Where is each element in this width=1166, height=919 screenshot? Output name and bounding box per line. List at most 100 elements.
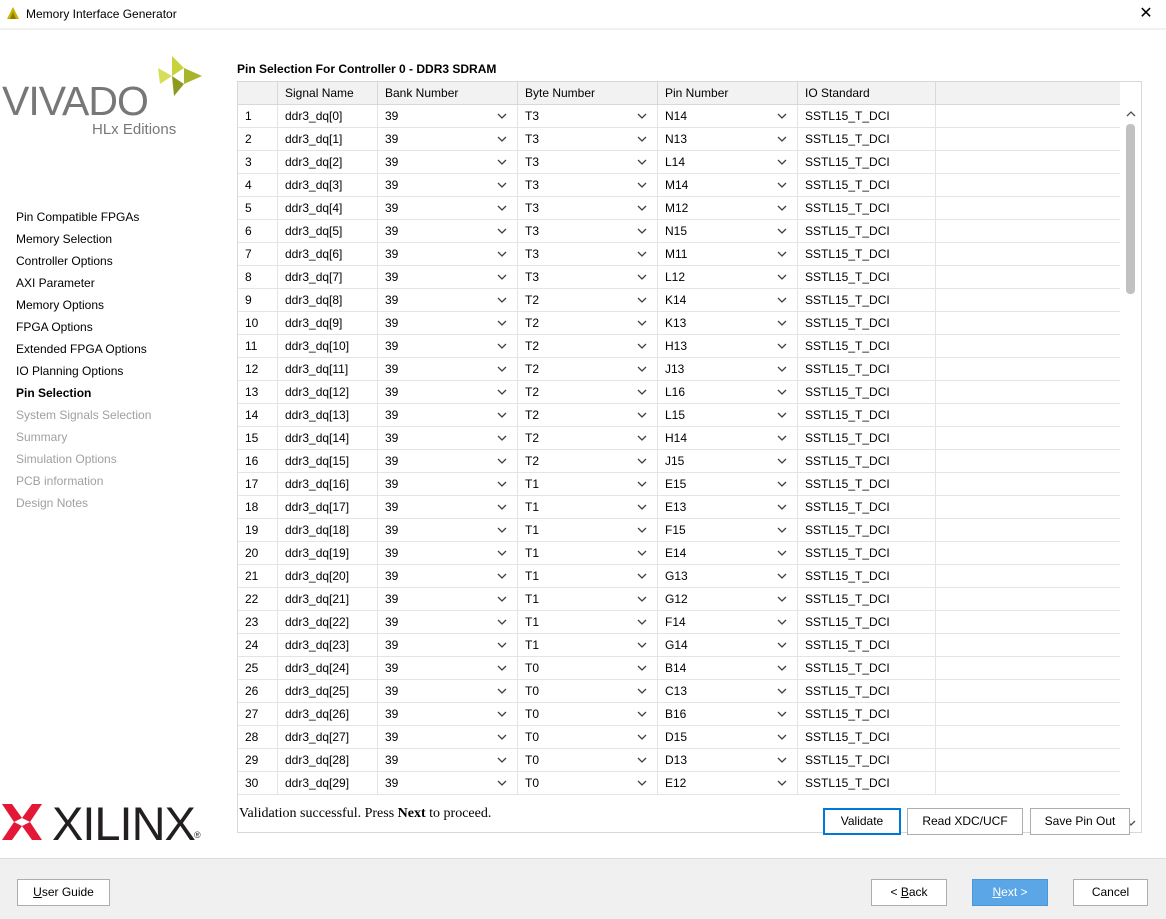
pin-number-select[interactable]: N15 (658, 220, 798, 243)
read-xdc-ucf-button[interactable]: Read XDC/UCF (907, 808, 1023, 835)
scroll-thumb[interactable] (1126, 124, 1135, 294)
byte-number-select[interactable]: T1 (518, 588, 658, 611)
table-row[interactable]: 4 ddr3_dq[3] 39 T3 M14 SSTL15_T_DCI (238, 174, 1120, 197)
table-row[interactable]: 11 ddr3_dq[10] 39 T2 H13 SSTL15_T_DCI (238, 335, 1120, 358)
save-pin-out-button[interactable]: Save Pin Out (1030, 808, 1130, 835)
table-row[interactable]: 19 ddr3_dq[18] 39 T1 F15 SSTL15_T_DCI (238, 519, 1120, 542)
byte-number-select[interactable]: T1 (518, 611, 658, 634)
table-vertical-scrollbar[interactable] (1120, 105, 1141, 832)
byte-number-select[interactable]: T2 (518, 358, 658, 381)
byte-number-select[interactable]: T2 (518, 427, 658, 450)
byte-number-select[interactable]: T2 (518, 335, 658, 358)
pin-number-select[interactable]: M14 (658, 174, 798, 197)
pin-number-select[interactable]: C13 (658, 680, 798, 703)
pin-number-select[interactable]: D13 (658, 749, 798, 772)
table-row[interactable]: 22 ddr3_dq[21] 39 T1 G12 SSTL15_T_DCI (238, 588, 1120, 611)
pin-number-select[interactable]: B14 (658, 657, 798, 680)
pin-number-select[interactable]: J15 (658, 450, 798, 473)
bank-number-select[interactable]: 39 (378, 565, 518, 588)
byte-number-select[interactable]: T2 (518, 450, 658, 473)
table-row[interactable]: 16 ddr3_dq[15] 39 T2 J15 SSTL15_T_DCI (238, 450, 1120, 473)
nav-fpga-options[interactable]: FPGA Options (16, 319, 151, 341)
pin-number-select[interactable]: E14 (658, 542, 798, 565)
pin-number-select[interactable]: F14 (658, 611, 798, 634)
byte-number-select[interactable]: T1 (518, 565, 658, 588)
pin-number-select[interactable]: B16 (658, 703, 798, 726)
table-row[interactable]: 9 ddr3_dq[8] 39 T2 K14 SSTL15_T_DCI (238, 289, 1120, 312)
byte-number-select[interactable]: T3 (518, 266, 658, 289)
bank-number-select[interactable]: 39 (378, 358, 518, 381)
bank-number-select[interactable]: 39 (378, 473, 518, 496)
byte-number-select[interactable]: T0 (518, 703, 658, 726)
pin-number-select[interactable]: G14 (658, 634, 798, 657)
bank-number-select[interactable]: 39 (378, 680, 518, 703)
bank-number-select[interactable]: 39 (378, 450, 518, 473)
nav-extended-fpga-options[interactable]: Extended FPGA Options (16, 341, 151, 363)
pin-number-select[interactable]: E13 (658, 496, 798, 519)
bank-number-select[interactable]: 39 (378, 634, 518, 657)
byte-number-select[interactable]: T3 (518, 220, 658, 243)
bank-number-select[interactable]: 39 (378, 243, 518, 266)
bank-number-select[interactable]: 39 (378, 772, 518, 795)
byte-number-select[interactable]: T2 (518, 404, 658, 427)
validate-button[interactable]: Validate (823, 808, 901, 835)
bank-number-select[interactable]: 39 (378, 657, 518, 680)
nav-memory-selection[interactable]: Memory Selection (16, 231, 151, 253)
byte-number-select[interactable]: T1 (518, 496, 658, 519)
pin-number-select[interactable]: G12 (658, 588, 798, 611)
bank-number-select[interactable]: 39 (378, 703, 518, 726)
byte-number-select[interactable]: T0 (518, 749, 658, 772)
pin-number-select[interactable]: L14 (658, 151, 798, 174)
pin-number-select[interactable]: G13 (658, 565, 798, 588)
pin-number-select[interactable]: J13 (658, 358, 798, 381)
table-row[interactable]: 13 ddr3_dq[12] 39 T2 L16 SSTL15_T_DCI (238, 381, 1120, 404)
scroll-up-icon[interactable] (1125, 108, 1137, 120)
bank-number-select[interactable]: 39 (378, 542, 518, 565)
bank-number-select[interactable]: 39 (378, 289, 518, 312)
pin-number-select[interactable]: L15 (658, 404, 798, 427)
user-guide-button[interactable]: User Guide (17, 879, 110, 906)
pin-number-select[interactable]: D15 (658, 726, 798, 749)
bank-number-select[interactable]: 39 (378, 151, 518, 174)
nav-axi-parameter[interactable]: AXI Parameter (16, 275, 151, 297)
byte-number-select[interactable]: T0 (518, 657, 658, 680)
table-row[interactable]: 18 ddr3_dq[17] 39 T1 E13 SSTL15_T_DCI (238, 496, 1120, 519)
pin-number-select[interactable]: M11 (658, 243, 798, 266)
pin-number-select[interactable]: L16 (658, 381, 798, 404)
nav-memory-options[interactable]: Memory Options (16, 297, 151, 319)
bank-number-select[interactable]: 39 (378, 726, 518, 749)
nav-pin-selection[interactable]: Pin Selection (16, 385, 151, 407)
table-row[interactable]: 8 ddr3_dq[7] 39 T3 L12 SSTL15_T_DCI (238, 266, 1120, 289)
bank-number-select[interactable]: 39 (378, 749, 518, 772)
byte-number-select[interactable]: T3 (518, 128, 658, 151)
table-row[interactable]: 1 ddr3_dq[0] 39 T3 N14 SSTL15_T_DCI (238, 105, 1120, 128)
table-row[interactable]: 3 ddr3_dq[2] 39 T3 L14 SSTL15_T_DCI (238, 151, 1120, 174)
bank-number-select[interactable]: 39 (378, 266, 518, 289)
table-row[interactable]: 24 ddr3_dq[23] 39 T1 G14 SSTL15_T_DCI (238, 634, 1120, 657)
bank-number-select[interactable]: 39 (378, 588, 518, 611)
table-row[interactable]: 10 ddr3_dq[9] 39 T2 K13 SSTL15_T_DCI (238, 312, 1120, 335)
bank-number-select[interactable]: 39 (378, 312, 518, 335)
table-row[interactable]: 28 ddr3_dq[27] 39 T0 D15 SSTL15_T_DCI (238, 726, 1120, 749)
next-button[interactable]: Next > (972, 879, 1048, 906)
pin-number-select[interactable]: F15 (658, 519, 798, 542)
byte-number-select[interactable]: T2 (518, 289, 658, 312)
byte-number-select[interactable]: T3 (518, 243, 658, 266)
pin-number-select[interactable]: H13 (658, 335, 798, 358)
byte-number-select[interactable]: T0 (518, 726, 658, 749)
table-row[interactable]: 2 ddr3_dq[1] 39 T3 N13 SSTL15_T_DCI (238, 128, 1120, 151)
bank-number-select[interactable]: 39 (378, 128, 518, 151)
close-icon[interactable]: ✕ (1136, 3, 1156, 23)
bank-number-select[interactable]: 39 (378, 427, 518, 450)
byte-number-select[interactable]: T3 (518, 174, 658, 197)
table-row[interactable]: 12 ddr3_dq[11] 39 T2 J13 SSTL15_T_DCI (238, 358, 1120, 381)
byte-number-select[interactable]: T3 (518, 105, 658, 128)
table-row[interactable]: 5 ddr3_dq[4] 39 T3 M12 SSTL15_T_DCI (238, 197, 1120, 220)
byte-number-select[interactable]: T1 (518, 542, 658, 565)
table-row[interactable]: 21 ddr3_dq[20] 39 T1 G13 SSTL15_T_DCI (238, 565, 1120, 588)
bank-number-select[interactable]: 39 (378, 496, 518, 519)
bank-number-select[interactable]: 39 (378, 220, 518, 243)
table-row[interactable]: 7 ddr3_dq[6] 39 T3 M11 SSTL15_T_DCI (238, 243, 1120, 266)
table-row[interactable]: 30 ddr3_dq[29] 39 T0 E12 SSTL15_T_DCI (238, 772, 1120, 795)
byte-number-select[interactable]: T2 (518, 381, 658, 404)
